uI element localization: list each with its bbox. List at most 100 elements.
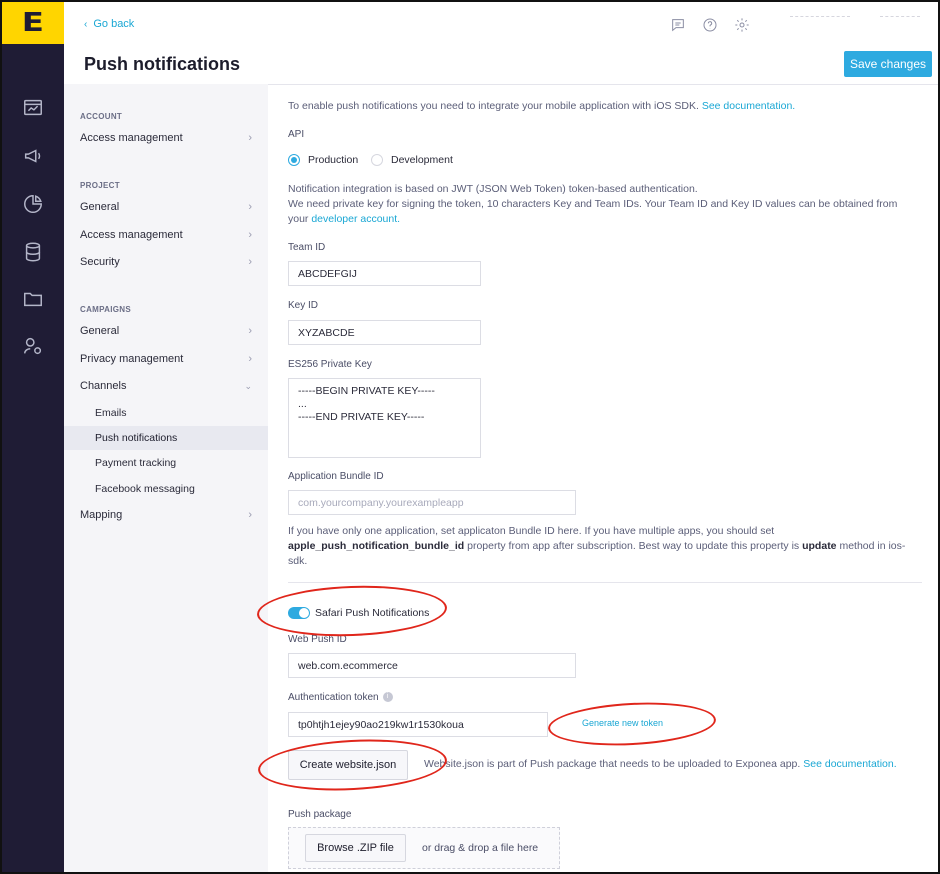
- sidebar-item-label: Channels: [80, 380, 127, 392]
- radio-label: Development: [391, 154, 453, 166]
- sidebar-item-label: Mapping: [80, 509, 123, 521]
- push-package-dropzone[interactable]: Browse .ZIP file or drag & drop a file h…: [288, 827, 560, 869]
- chevron-left-icon: ‹: [84, 18, 88, 30]
- chevron-right-icon: ›: [248, 229, 252, 241]
- bundle-help-mid: property from app after subscription. Be…: [464, 540, 803, 552]
- chat-icon[interactable]: [669, 16, 687, 34]
- sidebar-item-project-access[interactable]: Access management ›: [80, 229, 252, 241]
- website-json-help: Website.json is part of Push package tha…: [424, 757, 924, 772]
- chevron-right-icon: ›: [248, 201, 252, 213]
- database-icon[interactable]: [21, 240, 45, 264]
- sidebar-item-mapping[interactable]: Mapping ›: [80, 509, 252, 521]
- private-key-textarea[interactable]: -----BEGIN PRIVATE KEY----- ... -----END…: [288, 378, 481, 458]
- help-icon[interactable]: [701, 16, 719, 34]
- website-json-help-text: Website.json is part of Push package tha…: [424, 758, 804, 770]
- info-icon[interactable]: i: [382, 692, 393, 703]
- auth-token-label-text: Authentication token: [288, 692, 379, 703]
- website-json-documentation-link[interactable]: See documentation.: [803, 758, 896, 770]
- sidebar-item-label: Access management: [80, 229, 183, 241]
- chevron-right-icon: ›: [248, 353, 252, 365]
- bundle-help-line-3: sdk.: [288, 555, 308, 567]
- user-avatar-redacted: [880, 16, 920, 19]
- pie-chart-icon[interactable]: [21, 192, 45, 216]
- chevron-right-icon: ›: [248, 132, 252, 144]
- drag-drop-hint: or drag & drop a file here: [422, 842, 539, 854]
- sidebar-subitem-payment-tracking[interactable]: Payment tracking: [64, 451, 268, 475]
- sidebar-item-label: General: [80, 325, 120, 337]
- radio-dot-selected: [288, 154, 300, 166]
- settings-sidebar: ACCOUNT Access management › PROJECT Gene…: [64, 84, 268, 872]
- logo-glyph: E: [21, 8, 45, 38]
- section-label-campaigns: CAMPAIGNS: [80, 305, 131, 314]
- private-key-label: ES256 Private Key: [288, 359, 372, 370]
- section-divider: [288, 582, 922, 583]
- browse-zip-button[interactable]: Browse .ZIP file: [305, 834, 406, 862]
- bundle-help-text: If you have only one application, set ap…: [288, 524, 928, 569]
- sidebar-subitem-emails[interactable]: Emails: [64, 401, 268, 425]
- bundle-help-end: method in ios-: [836, 540, 906, 552]
- generate-new-token-link[interactable]: Generate new token: [582, 718, 663, 728]
- sidebar-item-account-access[interactable]: Access management ›: [80, 132, 252, 144]
- jwt-line-2: We need private key for signing the toke…: [288, 198, 898, 210]
- sidebar-item-label: Privacy management: [80, 353, 184, 365]
- sidebar-item-privacy[interactable]: Privacy management ›: [80, 353, 252, 365]
- auth-token-input[interactable]: tp0htjh1ejey90ao219kw1r1530koua: [288, 712, 548, 737]
- go-back-label: Go back: [93, 18, 135, 30]
- safari-push-label: Safari Push Notifications: [315, 607, 430, 619]
- see-documentation-link[interactable]: See documentation.: [702, 100, 795, 112]
- go-back-link[interactable]: ‹ Go back: [84, 18, 134, 30]
- sidebar-subitem-facebook-messaging[interactable]: Facebook messaging: [64, 477, 268, 501]
- bundle-help-line-1: If you have only one application, set ap…: [288, 525, 775, 537]
- intro-text-body: To enable push notifications you need to…: [288, 100, 702, 112]
- jwt-help-text: Notification integration is based on JWT…: [288, 182, 928, 227]
- web-push-id-input[interactable]: web.com.ecommerce: [288, 653, 576, 678]
- sidebar-item-label: Access management: [80, 132, 183, 144]
- chevron-right-icon: ›: [248, 256, 252, 268]
- jwt-line-3-prefix: your: [288, 213, 312, 225]
- gear-icon[interactable]: [733, 16, 751, 34]
- create-website-json-button[interactable]: Create website.json: [288, 750, 408, 780]
- web-push-id-label: Web Push ID: [288, 634, 347, 645]
- save-changes-button[interactable]: Save changes: [844, 51, 932, 77]
- radio-production[interactable]: Production: [288, 154, 358, 166]
- key-id-label: Key ID: [288, 300, 319, 311]
- radio-dot: [371, 154, 383, 166]
- logo[interactable]: E: [2, 2, 64, 44]
- sidebar-item-campaigns-general[interactable]: General ›: [80, 325, 252, 337]
- radio-label: Production: [308, 154, 359, 166]
- jwt-line-1: Notification integration is based on JWT…: [288, 183, 698, 195]
- team-id-label: Team ID: [288, 242, 326, 253]
- bundle-id-label: Application Bundle ID: [288, 471, 384, 482]
- nav-rail: E: [2, 2, 64, 872]
- section-label-account: ACCOUNT: [80, 112, 123, 121]
- header-divider: [268, 84, 938, 85]
- sidebar-subitem-push-notifications[interactable]: Push notifications: [64, 426, 268, 450]
- api-label: API: [288, 129, 305, 140]
- app-window: E ‹ Go back Push notifications Save chan…: [0, 0, 940, 874]
- radio-development[interactable]: Development: [371, 154, 453, 166]
- intro-text: To enable push notifications you need to…: [288, 99, 928, 114]
- sidebar-item-channels[interactable]: Channels ⌄: [80, 380, 252, 392]
- page-title: Push notifications: [84, 54, 241, 74]
- user-settings-icon[interactable]: [21, 334, 45, 358]
- dashboard-icon[interactable]: [21, 96, 45, 120]
- auth-token-label: Authentication token i: [288, 692, 393, 703]
- chevron-right-icon: ›: [248, 325, 252, 337]
- key-id-input[interactable]: XYZABCDE: [288, 320, 481, 345]
- bundle-id-input[interactable]: com.yourcompany.yourexampleapp: [288, 490, 576, 515]
- safari-push-toggle[interactable]: [288, 607, 310, 619]
- folder-icon[interactable]: [21, 287, 45, 311]
- header-icons: [669, 16, 751, 34]
- sidebar-item-project-security[interactable]: Security ›: [80, 256, 252, 268]
- sidebar-item-label: General: [80, 201, 120, 213]
- team-id-input[interactable]: ABCDEFGIJ: [288, 261, 481, 286]
- chevron-right-icon: ›: [248, 509, 252, 521]
- chevron-down-icon: ⌄: [244, 380, 252, 391]
- sidebar-item-label: Security: [80, 256, 120, 268]
- megaphone-icon[interactable]: [21, 144, 45, 168]
- bundle-property-name: apple_push_notification_bundle_id: [288, 540, 465, 552]
- sidebar-item-project-general[interactable]: General ›: [80, 201, 252, 213]
- section-label-project: PROJECT: [80, 181, 120, 190]
- developer-account-link[interactable]: developer account.: [311, 213, 400, 225]
- bundle-help-line-2: apple_push_notification_bundle_id proper…: [288, 539, 928, 554]
